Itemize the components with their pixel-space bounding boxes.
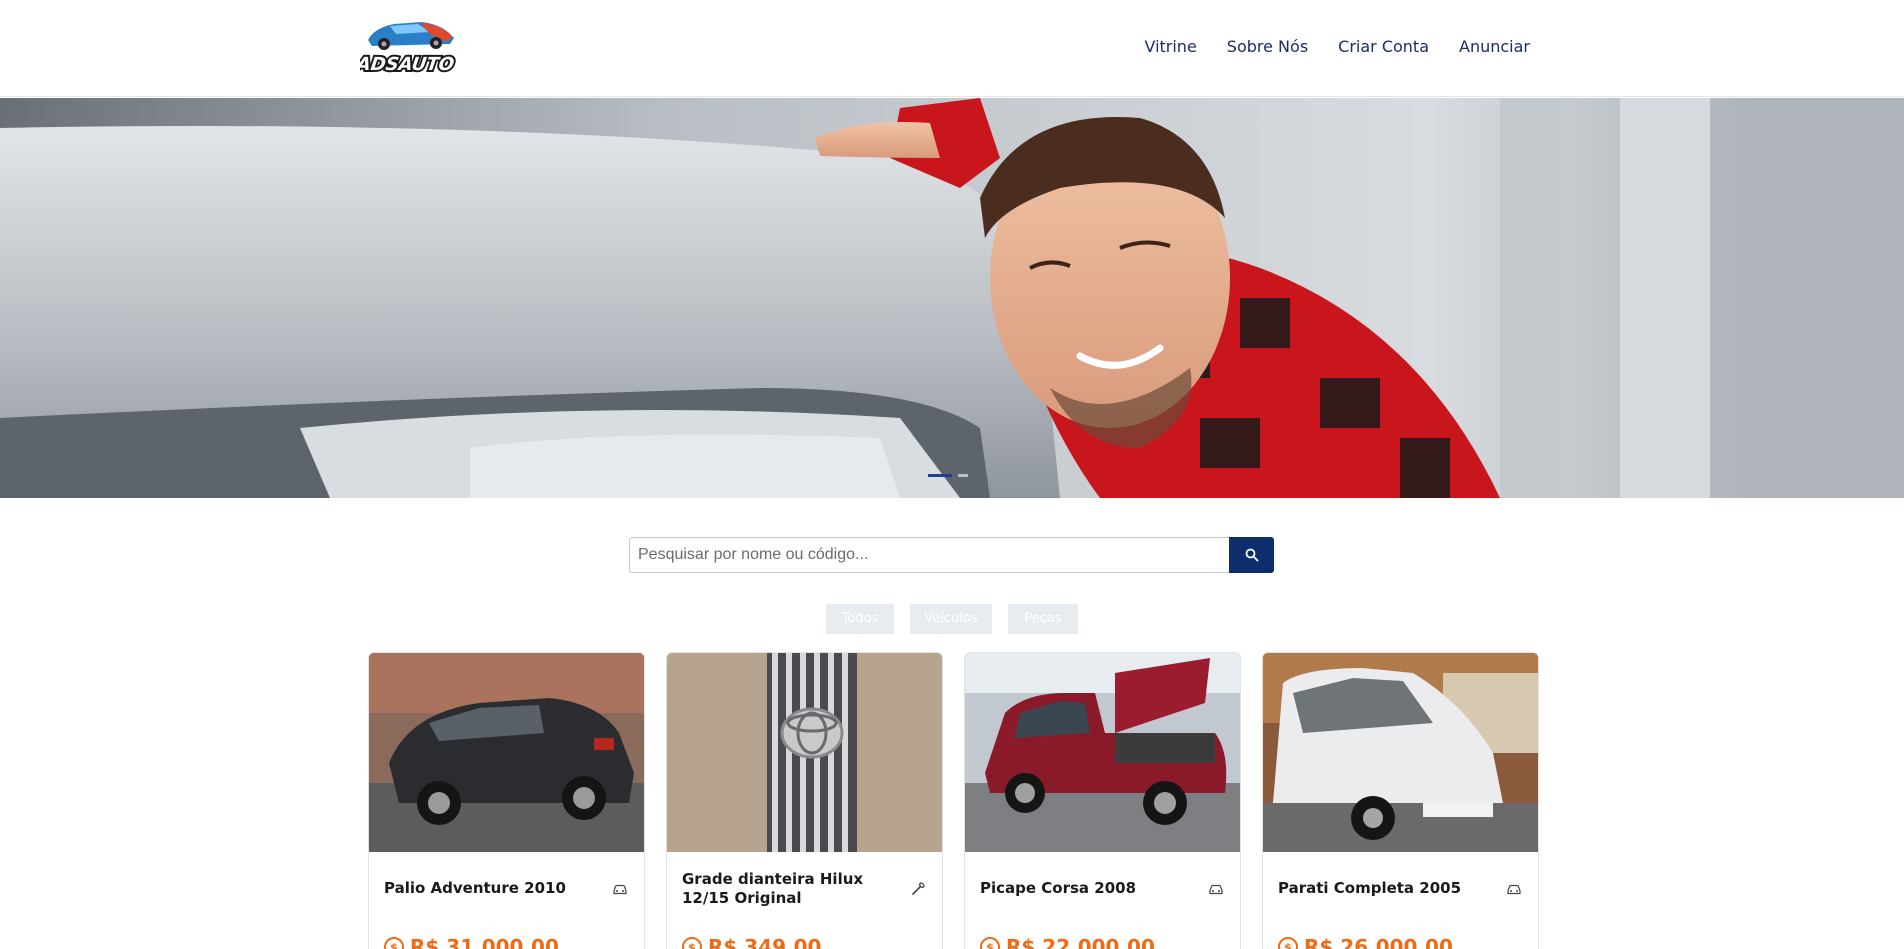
product-price: $ R$ 349,00 xyxy=(682,935,821,949)
nav-vitrine[interactable]: Vitrine xyxy=(1144,37,1196,56)
product-title: Palio Adventure 2010 xyxy=(384,879,566,897)
category-filters: Todos Veículos Peças xyxy=(826,604,1078,634)
search-button[interactable] xyxy=(1229,537,1274,573)
car-icon xyxy=(1507,884,1521,895)
hero-indicator-active[interactable] xyxy=(928,474,952,477)
search-input[interactable] xyxy=(629,537,1229,573)
hero-banner[interactable] xyxy=(0,98,1904,498)
product-card[interactable]: Grade dianteira Hilux 12/15 Original $ R… xyxy=(666,652,943,949)
product-title: Picape Corsa 2008 xyxy=(980,879,1137,897)
search-bar xyxy=(629,537,1274,573)
filter-pecas[interactable]: Peças xyxy=(1008,604,1078,634)
product-card[interactable]: Parati Completa 2005 $ R$ 26.000,00 xyxy=(1262,652,1539,949)
search-icon xyxy=(1245,548,1258,562)
product-price: $ R$ 22.000,00 xyxy=(980,935,1155,949)
product-price-value: R$ 26.000,00 xyxy=(1304,935,1453,949)
product-price-value: R$ 31.000,00 xyxy=(410,935,559,949)
nav-anunciar[interactable]: Anunciar xyxy=(1459,37,1530,56)
dollar-circle-icon: $ xyxy=(1278,937,1298,949)
product-image xyxy=(667,653,942,852)
product-price-value: R$ 22.000,00 xyxy=(1006,935,1155,949)
car-icon xyxy=(613,884,627,895)
product-grid: Palio Adventure 2010 $ R$ 31.000,00 Grad… xyxy=(368,652,1539,949)
site-logo[interactable]: ADSAUTO xyxy=(351,14,462,80)
dollar-circle-icon: $ xyxy=(384,937,404,949)
product-card[interactable]: Picape Corsa 2008 $ R$ 22.000,00 xyxy=(964,652,1241,949)
main-nav: Vitrine Sobre Nós Criar Conta Anunciar xyxy=(1144,37,1530,56)
product-price: $ R$ 26.000,00 xyxy=(1278,935,1453,949)
logo-text: ADSAUTO xyxy=(360,54,455,75)
dollar-circle-icon: $ xyxy=(682,937,702,949)
hero-image xyxy=(0,98,1904,498)
filter-todos[interactable]: Todos xyxy=(826,604,894,634)
product-price: $ R$ 31.000,00 xyxy=(384,935,559,949)
car-icon xyxy=(1209,884,1223,895)
site-header: ADSAUTO Vitrine Sobre Nós Criar Conta An… xyxy=(0,0,1904,97)
nav-sobre-nos[interactable]: Sobre Nós xyxy=(1227,37,1308,56)
product-title: Parati Completa 2005 xyxy=(1278,879,1462,897)
product-image xyxy=(965,653,1240,852)
product-card[interactable]: Palio Adventure 2010 $ R$ 31.000,00 xyxy=(368,652,645,949)
dollar-circle-icon: $ xyxy=(980,937,1000,949)
product-title: Grade dianteira Hilux 12/15 Original xyxy=(682,870,864,907)
hero-indicator[interactable] xyxy=(958,474,968,477)
filter-veiculos[interactable]: Veículos xyxy=(910,604,992,634)
product-image xyxy=(369,653,644,852)
product-image xyxy=(1263,653,1538,852)
product-price-value: R$ 349,00 xyxy=(708,935,822,949)
wrench-icon xyxy=(912,882,925,895)
nav-criar-conta[interactable]: Criar Conta xyxy=(1338,37,1429,56)
